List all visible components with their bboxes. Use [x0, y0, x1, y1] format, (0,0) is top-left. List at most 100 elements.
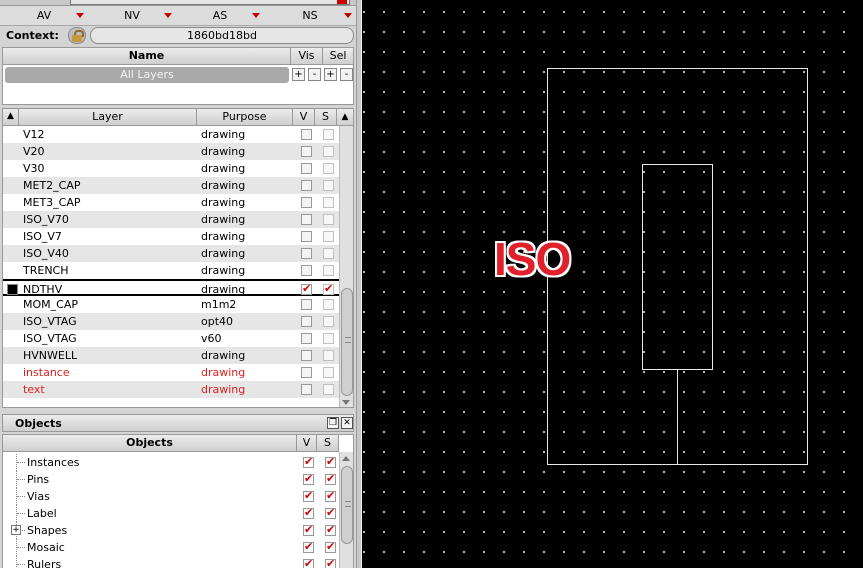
- object-row[interactable]: + Shapes: [3, 522, 339, 539]
- layers-scrollbar[interactable]: [339, 126, 353, 407]
- visible-checkbox[interactable]: [301, 333, 312, 344]
- inner-rectangle-shape[interactable]: [642, 164, 713, 370]
- selectable-checkbox[interactable]: [323, 265, 334, 276]
- scroll-up-icon[interactable]: [342, 456, 350, 461]
- scroll-down-icon[interactable]: [342, 400, 350, 405]
- context-value-field[interactable]: 1860bd18bd: [90, 27, 354, 44]
- objects-column-header[interactable]: Objects: [3, 435, 297, 452]
- selectable-checkbox[interactable]: [323, 180, 334, 191]
- visible-checkbox[interactable]: [301, 231, 312, 242]
- visible-checkbox[interactable]: [301, 197, 312, 208]
- scroll-thumb[interactable]: [341, 466, 353, 544]
- selectable-checkbox[interactable]: [323, 248, 334, 259]
- layer-row[interactable]: MOM_CAP m1m2: [3, 296, 339, 313]
- visible-checkbox[interactable]: [303, 489, 314, 502]
- selectable-checkbox[interactable]: [323, 214, 334, 225]
- selectable-checkbox[interactable]: [323, 282, 334, 295]
- selectable-checkbox[interactable]: [325, 540, 336, 553]
- av-filter-dropdown[interactable]: AV: [0, 6, 88, 26]
- ns-filter-dropdown[interactable]: NS: [264, 6, 356, 26]
- layout-canvas[interactable]: ISO: [362, 0, 863, 568]
- layer-row[interactable]: ISO_V7 drawing: [3, 228, 339, 245]
- selectable-checkbox[interactable]: [323, 231, 334, 242]
- undock-icon[interactable]: ❐: [327, 417, 339, 429]
- objects-scrollbar[interactable]: [339, 452, 353, 568]
- layer-row[interactable]: TRENCH drawing: [3, 262, 339, 279]
- selectable-checkbox[interactable]: [323, 197, 334, 208]
- sel-column-header[interactable]: Sel: [323, 48, 353, 65]
- close-icon[interactable]: ✕: [341, 417, 353, 429]
- selectable-checkbox[interactable]: [323, 384, 334, 395]
- selectable-checkbox[interactable]: [325, 523, 336, 536]
- scroll-up-icon[interactable]: ▲: [337, 109, 353, 126]
- layer-row[interactable]: V30 drawing: [3, 160, 339, 177]
- all-layers-row[interactable]: All Layers: [5, 67, 289, 83]
- object-row[interactable]: Vias: [3, 488, 339, 505]
- name-column-header[interactable]: Name: [3, 48, 291, 65]
- vis-plus-button[interactable]: +: [292, 68, 305, 81]
- selectable-checkbox[interactable]: [323, 146, 334, 157]
- nv-filter-dropdown[interactable]: NV: [88, 6, 176, 26]
- layer-row[interactable]: V20 drawing: [3, 143, 339, 160]
- layer-row[interactable]: ISO_VTAG opt40: [3, 313, 339, 330]
- sort-up-icon[interactable]: ▲: [3, 109, 19, 126]
- selectable-checkbox[interactable]: [323, 163, 334, 174]
- visible-checkbox[interactable]: [303, 523, 314, 536]
- visible-checkbox[interactable]: [303, 540, 314, 553]
- object-row[interactable]: Rulers: [3, 556, 339, 568]
- visible-checkbox[interactable]: [301, 384, 312, 395]
- selectable-checkbox[interactable]: [325, 489, 336, 502]
- selectable-checkbox[interactable]: [323, 350, 334, 361]
- vis-minus-button[interactable]: -: [308, 68, 321, 81]
- selectable-checkbox[interactable]: [323, 299, 334, 310]
- sel-minus-button[interactable]: -: [340, 68, 353, 81]
- selectable-checkbox[interactable]: [323, 316, 334, 327]
- visible-checkbox[interactable]: [301, 146, 312, 157]
- layer-row[interactable]: instance drawing: [3, 364, 339, 381]
- lock-icon[interactable]: [68, 27, 86, 44]
- visible-checkbox[interactable]: [301, 248, 312, 259]
- as-filter-dropdown[interactable]: AS: [176, 6, 264, 26]
- selectable-checkbox[interactable]: [325, 455, 336, 468]
- layer-row[interactable]: NDTHV drawing: [3, 279, 339, 296]
- object-row[interactable]: Instances: [3, 454, 339, 471]
- vis-column-header[interactable]: Vis: [291, 48, 323, 65]
- selectable-checkbox[interactable]: [323, 367, 334, 378]
- selectable-checkbox[interactable]: [325, 472, 336, 485]
- layer-row[interactable]: ISO_V70 drawing: [3, 211, 339, 228]
- visible-checkbox[interactable]: [303, 455, 314, 468]
- layer-row[interactable]: text drawing: [3, 381, 339, 398]
- v-column-header[interactable]: V: [293, 109, 315, 126]
- visible-checkbox[interactable]: [301, 367, 312, 378]
- selectable-checkbox[interactable]: [323, 333, 334, 344]
- toolbar-combo-fragment[interactable]: [70, 0, 350, 5]
- layer-row[interactable]: ISO_V40 drawing: [3, 245, 339, 262]
- layer-row[interactable]: MET3_CAP drawing: [3, 194, 339, 211]
- object-row[interactable]: Mosaic: [3, 539, 339, 556]
- visible-checkbox[interactable]: [301, 265, 312, 276]
- visible-checkbox[interactable]: [301, 129, 312, 140]
- objects-v-column-header[interactable]: V: [297, 435, 317, 452]
- scroll-thumb[interactable]: [341, 288, 353, 396]
- visible-checkbox[interactable]: [301, 350, 312, 361]
- object-row[interactable]: Label: [3, 505, 339, 522]
- expand-plus-icon[interactable]: +: [11, 525, 21, 535]
- layer-row[interactable]: ISO_VTAG v60: [3, 330, 339, 347]
- visible-checkbox[interactable]: [301, 282, 312, 295]
- s-column-header[interactable]: S: [315, 109, 337, 126]
- visible-checkbox[interactable]: [301, 299, 312, 310]
- objects-s-column-header[interactable]: S: [317, 435, 339, 452]
- sel-plus-button[interactable]: +: [324, 68, 337, 81]
- layer-column-header[interactable]: Layer: [19, 109, 197, 126]
- purpose-column-header[interactable]: Purpose: [197, 109, 293, 126]
- visible-checkbox[interactable]: [301, 214, 312, 225]
- visible-checkbox[interactable]: [303, 557, 314, 568]
- visible-checkbox[interactable]: [303, 472, 314, 485]
- visible-checkbox[interactable]: [303, 506, 314, 519]
- visible-checkbox[interactable]: [301, 316, 312, 327]
- selectable-checkbox[interactable]: [323, 129, 334, 140]
- layer-row[interactable]: V12 drawing: [3, 126, 339, 143]
- layer-row[interactable]: HVNWELL drawing: [3, 347, 339, 364]
- layer-row[interactable]: MET2_CAP drawing: [3, 177, 339, 194]
- object-row[interactable]: Pins: [3, 471, 339, 488]
